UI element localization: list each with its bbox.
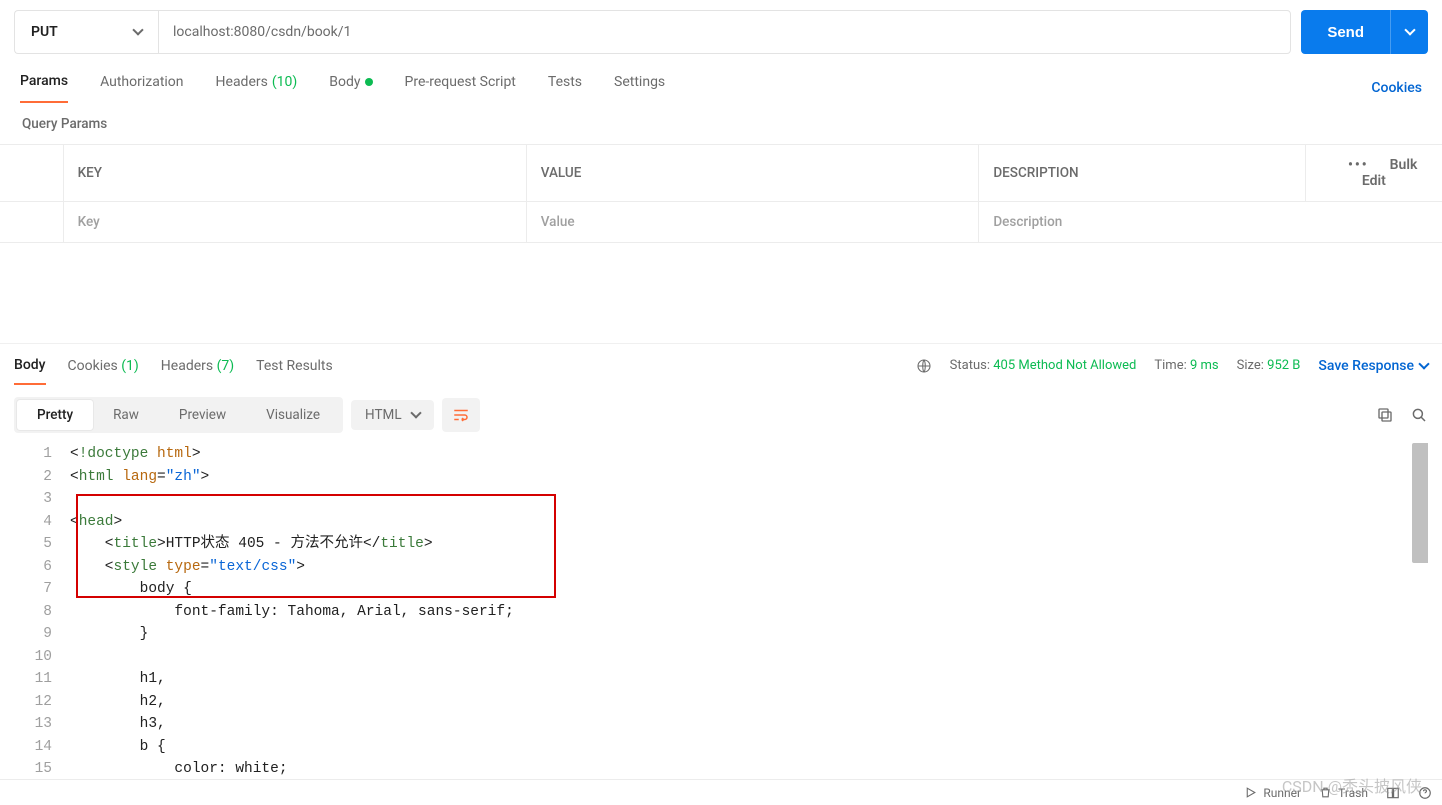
col-key: KEY: [63, 145, 526, 202]
view-preview[interactable]: Preview: [159, 400, 246, 430]
key-input[interactable]: Key: [63, 202, 526, 243]
globe-icon[interactable]: [916, 358, 932, 374]
query-params-table: KEY VALUE DESCRIPTION ••• Bulk Edit Key …: [0, 144, 1442, 243]
view-mode-group: Pretty Raw Preview Visualize: [14, 397, 343, 433]
wrap-lines-button[interactable]: [442, 398, 480, 432]
col-value: VALUE: [526, 145, 979, 202]
wrap-icon: [452, 406, 470, 424]
status-block: Status: 405 Method Not Allowed: [950, 358, 1137, 373]
chevron-down-icon: [1404, 24, 1415, 35]
tab-authorization[interactable]: Authorization: [100, 74, 183, 102]
chevron-down-icon: [132, 24, 143, 35]
more-options-button[interactable]: •••: [1330, 157, 1386, 173]
save-response-button[interactable]: Save Response: [1318, 358, 1428, 374]
format-select[interactable]: HTML: [351, 400, 434, 430]
trash-button[interactable]: Trash: [1319, 786, 1368, 800]
response-body-code[interactable]: 1<!doctype html> 2<html lang="zh"> 3 4<h…: [14, 443, 1428, 781]
query-params-label: Query Params: [0, 108, 1442, 144]
view-visualize[interactable]: Visualize: [246, 400, 340, 430]
description-input[interactable]: Description: [979, 202, 1442, 243]
view-raw[interactable]: Raw: [93, 400, 159, 430]
tab-settings[interactable]: Settings: [614, 74, 665, 102]
tab-headers-label: Headers: [216, 74, 268, 90]
resp-tab-testresults[interactable]: Test Results: [256, 348, 333, 384]
tab-body[interactable]: Body: [329, 74, 372, 102]
request-url-value: localhost:8080/csdn/book/1: [173, 24, 351, 40]
two-pane-icon[interactable]: [1386, 786, 1400, 800]
resp-tab-cookies[interactable]: Cookies (1): [68, 348, 139, 384]
tab-headers-count: (10): [272, 74, 297, 90]
tab-body-label: Body: [329, 74, 360, 90]
tab-headers[interactable]: Headers (10): [216, 74, 298, 102]
runner-button[interactable]: Runner: [1244, 786, 1301, 800]
request-url-input[interactable]: localhost:8080/csdn/book/1: [158, 10, 1291, 54]
size-value: 952 B: [1267, 358, 1300, 373]
copy-icon[interactable]: [1376, 406, 1394, 424]
resp-tab-headers[interactable]: Headers (7): [161, 348, 234, 384]
send-dropdown-button[interactable]: [1390, 10, 1428, 54]
tab-tests[interactable]: Tests: [548, 74, 582, 102]
view-pretty[interactable]: Pretty: [17, 400, 93, 430]
trash-icon: [1319, 786, 1332, 799]
time-block: Time: 9 ms: [1154, 358, 1218, 373]
status-bar: Runner Trash: [0, 779, 1442, 805]
status-value: 405 Method Not Allowed: [993, 358, 1136, 373]
dot-icon: [365, 78, 373, 86]
chevron-down-icon: [1418, 358, 1429, 369]
play-icon: [1244, 786, 1257, 799]
size-block: Size: 952 B: [1237, 358, 1301, 373]
tab-params[interactable]: Params: [20, 73, 68, 103]
help-icon[interactable]: [1418, 786, 1432, 800]
value-input[interactable]: Value: [526, 202, 979, 243]
col-description: DESCRIPTION: [979, 145, 1305, 202]
send-button[interactable]: Send: [1301, 10, 1390, 54]
scrollbar-thumb[interactable]: [1412, 443, 1428, 563]
tab-prerequest[interactable]: Pre-request Script: [405, 74, 516, 102]
http-method-value: PUT: [31, 24, 58, 40]
cookies-link[interactable]: Cookies: [1371, 80, 1422, 96]
resp-tab-body[interactable]: Body: [14, 347, 46, 385]
search-icon[interactable]: [1410, 406, 1428, 424]
http-method-select[interactable]: PUT: [14, 10, 158, 54]
chevron-down-icon: [410, 407, 421, 418]
time-value: 9 ms: [1190, 358, 1219, 373]
